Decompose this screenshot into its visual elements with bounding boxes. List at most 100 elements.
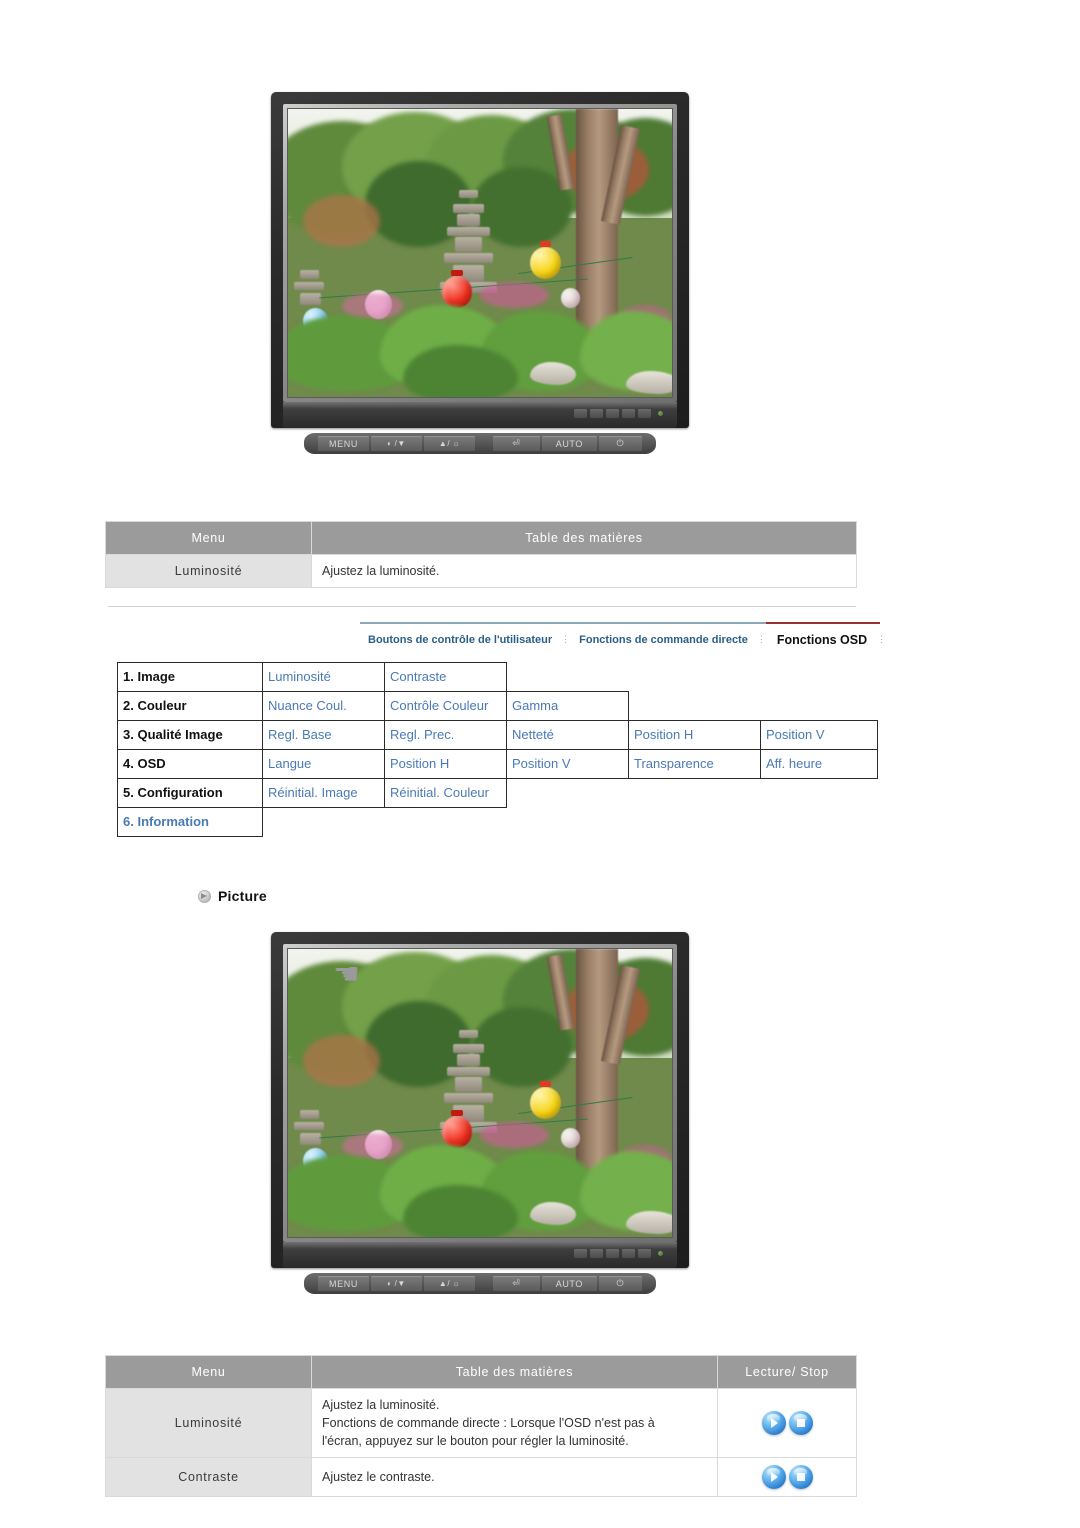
control-icon-group <box>728 1465 846 1490</box>
power-button[interactable]: ⏻ <box>598 436 642 451</box>
flower-patch <box>341 293 404 320</box>
lantern-cap <box>539 1081 552 1088</box>
lantern-red <box>441 1116 473 1148</box>
play-icon[interactable] <box>761 1465 786 1490</box>
desc-line: Ajustez la luminosité. <box>322 1398 440 1412</box>
tab-boutons-controle[interactable]: Boutons de contrôle de l'utilisateur <box>360 632 560 647</box>
contrast-icon: ◐ <box>387 438 393 448</box>
structure-label: 4. OSD <box>117 749 263 779</box>
structure-item[interactable]: Gamma <box>506 691 629 721</box>
pagoda-tier <box>456 214 480 226</box>
stop-icon[interactable] <box>788 1411 813 1436</box>
structure-item[interactable]: Transparence <box>628 749 761 779</box>
structure-item[interactable]: Luminosité <box>262 662 385 692</box>
monitor-display-top: MENU ◐ /▼ ▲/ ☼ ⏎ AUTO ⏻ <box>271 92 689 454</box>
tab-fonctions-osd[interactable]: Fonctions OSD <box>767 631 876 648</box>
pagoda-tier <box>453 204 484 213</box>
structure-item[interactable]: Position H <box>384 749 507 779</box>
down-arrow-icon: /▼ <box>394 1278 406 1288</box>
power-button[interactable]: ⏻ <box>598 1276 642 1291</box>
structure-empty <box>761 663 878 692</box>
enter-button[interactable]: ⏎ <box>492 1276 540 1291</box>
cell-description: Ajustez la luminosité. <box>311 553 857 589</box>
stop-icon[interactable] <box>788 1465 813 1490</box>
up-brightness-button[interactable]: ▲/ ☼ <box>424 436 476 451</box>
menu-button[interactable]: MENU <box>318 436 370 451</box>
tab-commande-directe[interactable]: Fonctions de commande directe <box>571 632 756 647</box>
lantern-cap <box>451 1110 463 1117</box>
structure-item[interactable]: Aff. heure <box>760 749 878 779</box>
down-contrast-button[interactable]: ◐ /▼ <box>371 436 423 451</box>
monitor-button-bar[interactable]: MENU ◐ /▼ ▲/ ☼ ⏎ AUTO ⏻ <box>304 1273 656 1294</box>
structure-row-image: 1. Image Luminosité Contraste <box>117 662 878 692</box>
pagoda-tier <box>447 1067 490 1076</box>
nav-separator-icon: ⋮ <box>561 634 571 644</box>
structure-item[interactable]: Regl. Base <box>262 720 385 750</box>
lantern-red <box>441 276 473 308</box>
structure-empty <box>761 692 878 721</box>
structure-empty <box>507 779 629 808</box>
structure-item[interactable]: Langue <box>262 749 385 779</box>
desc-line: Fonctions de commande directe : Lorsque … <box>322 1416 655 1431</box>
pagoda-tier <box>455 1077 482 1092</box>
structure-label: 1. Image <box>117 662 263 692</box>
pagoda-small-tier <box>299 293 321 305</box>
menu-button[interactable]: MENU <box>318 1276 370 1291</box>
auto-button[interactable]: AUTO <box>541 1276 597 1291</box>
structure-empty <box>385 808 507 837</box>
pagoda-small-tier <box>299 1133 321 1145</box>
play-icon[interactable] <box>761 1411 786 1436</box>
chin-icon <box>622 409 635 418</box>
desc-line: Ajustez le contraste. <box>322 1470 435 1485</box>
structure-item[interactable]: Position H <box>628 720 761 750</box>
auto-button[interactable]: AUTO <box>541 436 597 451</box>
structure-item[interactable]: Netteté <box>506 720 629 750</box>
chin-highlight <box>283 402 677 409</box>
structure-empty <box>629 663 761 692</box>
control-icon-group <box>728 1411 846 1436</box>
osd-menu-structure-table: 1. Image Luminosité Contraste 2. Couleur… <box>117 662 878 837</box>
table-row: Luminosité Ajustez la luminosité. <box>105 553 857 589</box>
osd-nav-tabs[interactable]: Boutons de contrôle de l'utilisateur ⋮ F… <box>360 622 886 648</box>
structure-item[interactable]: Position V <box>506 749 629 779</box>
chin-icon <box>590 1249 603 1258</box>
pagoda-tier <box>443 1093 494 1104</box>
power-led-icon <box>658 1251 663 1256</box>
cell-controls <box>717 1387 857 1459</box>
structure-item[interactable]: Réinitial. Image <box>262 778 385 808</box>
up-brightness-button[interactable]: ▲/ ☼ <box>424 1276 476 1291</box>
power-led-icon <box>658 411 663 416</box>
structure-item[interactable]: Contrôle Couleur <box>384 691 507 721</box>
contrast-icon: ◐ <box>387 1278 393 1288</box>
down-contrast-button[interactable]: ◐ /▼ <box>371 1276 423 1291</box>
down-arrow-icon: /▼ <box>394 438 406 448</box>
structure-item[interactable]: Nuance Coul. <box>262 691 385 721</box>
table-row: Contraste Ajustez le contraste. <box>105 1457 857 1498</box>
pagoda-small-tier <box>293 1121 325 1131</box>
monitor-button-bar[interactable]: MENU ◐ /▼ ▲/ ☼ ⏎ AUTO ⏻ <box>304 433 656 454</box>
structure-row-configuration: 5. Configuration Réinitial. Image Réinit… <box>117 778 878 808</box>
chin-highlight <box>283 1242 677 1249</box>
lantern-cap <box>451 270 463 277</box>
monitor-chin <box>283 402 677 428</box>
brightness-icon: ☼ <box>452 438 461 448</box>
hand-pointer-icon: ☚ <box>333 958 360 991</box>
monitor-inner-frame <box>283 104 677 402</box>
nav-item-list: Boutons de contrôle de l'utilisateur ⋮ F… <box>360 631 887 648</box>
structure-label: 6. Information <box>117 807 263 837</box>
structure-item[interactable]: Position V <box>760 720 878 750</box>
rock <box>625 1211 672 1235</box>
enter-button[interactable]: ⏎ <box>492 436 540 451</box>
pagoda-tier <box>455 237 482 252</box>
picture-controls-table: Menu Table des matières Lecture/ Stop Lu… <box>105 1355 857 1498</box>
pagoda-small-tier <box>293 281 325 291</box>
structure-item[interactable]: Regl. Prec. <box>384 720 507 750</box>
brightness-summary-table: Menu Table des matières Luminosité Ajust… <box>105 521 857 589</box>
structure-item[interactable]: Contraste <box>384 662 507 692</box>
structure-row-couleur: 2. Couleur Nuance Coul. Contrôle Couleur… <box>117 691 878 721</box>
header-menu: Menu <box>105 1355 312 1389</box>
pagoda-tier <box>453 1044 484 1053</box>
chin-icon <box>574 1249 587 1258</box>
structure-row-information: 6. Information <box>117 807 878 837</box>
structure-item[interactable]: Réinitial. Couleur <box>384 778 507 808</box>
